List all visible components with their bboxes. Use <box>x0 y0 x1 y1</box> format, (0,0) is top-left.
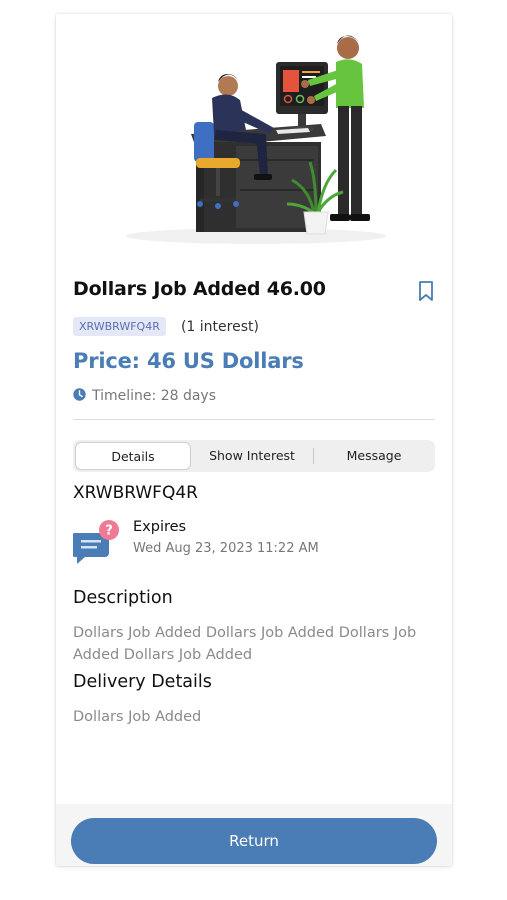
title-row: Dollars Job Added 46.00 <box>73 278 435 306</box>
tab-separator <box>313 448 314 464</box>
description-heading: Description <box>73 588 173 608</box>
bookmark-icon[interactable] <box>417 280 435 302</box>
timeline-text: Timeline: 28 days <box>92 388 217 404</box>
tab-message[interactable]: Message <box>315 442 433 470</box>
chat-question-icon: ? <box>73 520 119 564</box>
job-code-badge: XRWBRWFQ4R <box>73 317 166 336</box>
svg-text:?: ? <box>105 524 113 539</box>
job-price: Price: 46 US Dollars <box>73 349 304 373</box>
delivery-heading: Delivery Details <box>73 672 212 692</box>
tab-bar: Details Show Interest Message <box>73 440 435 472</box>
tab-show-interest[interactable]: Show Interest <box>193 442 311 470</box>
hero-illustration <box>126 35 386 244</box>
expires-date: Wed Aug 23, 2023 11:22 AM <box>133 541 319 556</box>
job-title: Dollars Job Added 46.00 <box>73 278 326 300</box>
clock-icon <box>73 388 86 401</box>
description-text: Dollars Job Added Dollars Job Added Doll… <box>73 625 417 663</box>
tab-details[interactable]: Details <box>75 442 191 470</box>
expires-block: ? Expires Wed Aug 23, 2023 11:22 AM <box>73 517 413 567</box>
delivery-text: Dollars Job Added <box>73 709 202 725</box>
divider <box>73 419 435 420</box>
job-detail-card: Dollars Job Added 46.00 XRWBRWFQ4R (1 in… <box>56 14 452 866</box>
job-code-heading: XRWBRWFQ4R <box>73 483 198 503</box>
interest-count: (1 interest) <box>180 318 259 335</box>
job-meta-row: XRWBRWFQ4R (1 interest) <box>73 316 259 338</box>
job-timeline: Timeline: 28 days <box>73 388 216 404</box>
return-button[interactable]: Return <box>71 818 437 864</box>
expires-label: Expires <box>133 519 187 535</box>
